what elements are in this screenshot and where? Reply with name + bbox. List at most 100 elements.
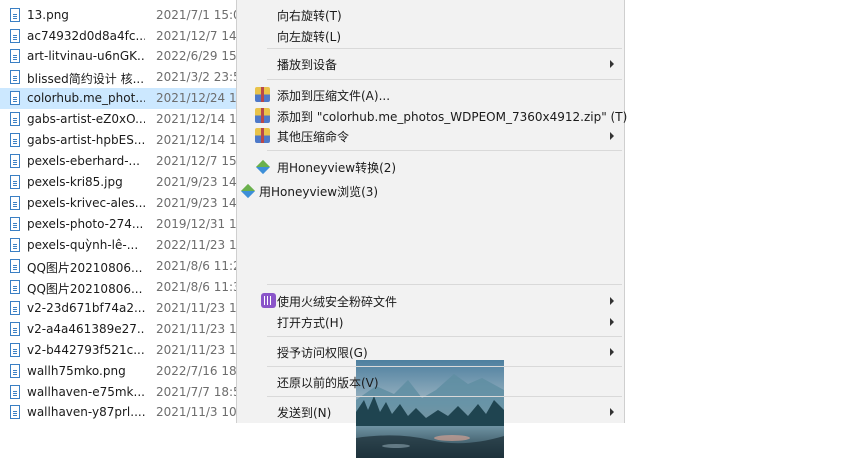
menu-item-label: 添加到压缩文件(A)... <box>277 89 391 103</box>
file-name: gabs-artist-hpbES... <box>27 133 145 147</box>
menu-separator <box>267 366 622 367</box>
file-date: 2022/7/16 18: <box>156 364 240 378</box>
file-row[interactable]: art-litvinau-u6nGK... 2022/6/29 15: <box>0 46 240 67</box>
file-date: 2021/12/7 14: <box>156 29 240 43</box>
menu-separator <box>267 336 622 337</box>
file-date: 2022/11/23 10 <box>156 238 240 252</box>
file-date: 2021/9/23 14: <box>156 196 240 210</box>
file-row[interactable]: wallh75mko.png 2022/7/16 18: <box>0 361 240 382</box>
file-date: 2021/3/2 23:5 <box>156 70 240 84</box>
file-name: QQ图片20210806... <box>27 261 143 275</box>
file-name: QQ图片20210806... <box>27 282 143 296</box>
menu-item-label: 播放到设备 <box>277 58 338 72</box>
menu-item-grant-access[interactable]: 授予访问权限(G) <box>237 341 624 362</box>
file-name: v2-23d671bf74a2... <box>27 301 145 315</box>
file-row[interactable]: v2-23d671bf74a2... 2021/11/23 10 <box>0 298 240 319</box>
file-row[interactable]: pexels-eberhard-... 2021/12/7 15: <box>0 151 240 172</box>
file-icon <box>10 196 20 210</box>
menu-item-add-to-zip[interactable]: 添加到 "colorhub.me_photos_WDPEOM_7360x4912… <box>237 105 628 126</box>
menu-item-label: 其他压缩命令 <box>277 130 350 144</box>
file-name: gabs-artist-eZ0xO... <box>27 112 145 126</box>
file-name: wallhaven-e75mk... <box>27 385 145 399</box>
menu-item-label: 用Honeyview浏览(3) <box>259 185 379 199</box>
menu-item-restore-versions[interactable]: 还原以前的版本(V) <box>237 371 624 392</box>
menu-item-open-with[interactable]: 打开方式(H) <box>237 311 624 332</box>
file-date: 2021/11/3 10: <box>156 405 240 419</box>
menu-item-label: 添加到 "colorhub.me_photos_WDPEOM_7360x4912… <box>277 110 628 124</box>
submenu-arrow-icon <box>610 132 614 140</box>
file-icon <box>10 29 20 43</box>
file-date: 2021/11/23 10 <box>156 322 240 336</box>
file-row[interactable]: 13.png 2021/7/1 15:0 <box>0 5 240 26</box>
file-name: 13.png <box>27 8 69 22</box>
file-row-selected[interactable]: colorhub.me_phot... 2021/12/24 14 <box>0 88 240 109</box>
winrar-icon <box>255 128 270 143</box>
file-row[interactable]: blissed简约设计 核... 2021/3/2 23:5 <box>0 67 240 88</box>
menu-item-add-to-archive[interactable]: 添加到压缩文件(A)... <box>237 84 624 105</box>
file-date: 2021/12/24 14 <box>156 91 240 105</box>
file-date: 2022/6/29 15: <box>156 49 240 63</box>
huorong-shredder-icon <box>261 293 276 308</box>
menu-item-rotate-right[interactable]: 向右旋转(T) <box>237 4 624 25</box>
file-icon <box>10 91 20 105</box>
file-icon <box>10 70 20 84</box>
file-date: 2021/7/7 18:5 <box>156 385 240 399</box>
file-row[interactable]: pexels-photo-274... 2019/12/31 10 <box>0 214 240 235</box>
honeyview-icon <box>240 183 256 199</box>
file-icon <box>10 8 20 22</box>
file-row[interactable]: QQ图片20210806... 2021/8/6 11:2 <box>0 256 240 277</box>
file-row[interactable]: gabs-artist-hpbES... 2021/12/14 14 <box>0 130 240 151</box>
menu-item-label: 向左旋转(L) <box>277 30 342 44</box>
menu-item-send-to[interactable]: 发送到(N) <box>237 401 624 422</box>
file-name: wallhaven-y87prl.... <box>27 405 145 419</box>
submenu-arrow-icon <box>610 297 614 305</box>
menu-item-other-compress[interactable]: 其他压缩命令 <box>237 125 624 146</box>
menu-item-honeyview-browse[interactable]: 用Honeyview浏览(3) <box>237 180 624 458</box>
file-icon <box>10 238 20 252</box>
file-date: 2021/8/6 11:3 <box>156 280 240 294</box>
file-row[interactable]: pexels-quỳnh-lê-... 2022/11/23 10 <box>0 235 240 256</box>
menu-item-cast-to-device[interactable]: 播放到设备 <box>237 53 624 74</box>
file-row[interactable]: v2-b442793f521c... 2021/11/23 11 <box>0 340 240 361</box>
file-row[interactable]: wallhaven-e75mk... 2021/7/7 18:5 <box>0 382 240 403</box>
file-name: colorhub.me_phot... <box>27 91 145 105</box>
file-icon <box>10 343 20 357</box>
menu-item-label: 还原以前的版本(V) <box>277 376 379 390</box>
file-icon <box>10 405 20 419</box>
menu-separator <box>267 79 622 80</box>
file-row[interactable]: pexels-krivec-ales... 2021/9/23 14: <box>0 193 240 214</box>
file-row[interactable]: pexels-kri85.jpg 2021/9/23 14: <box>0 172 240 193</box>
menu-item-rotate-left[interactable]: 向左旋转(L) <box>237 25 624 46</box>
file-date: 2021/11/23 10 <box>156 301 240 315</box>
file-row[interactable]: wallhaven-y87prl.... 2021/11/3 10: <box>0 402 240 423</box>
submenu-arrow-icon <box>610 318 614 326</box>
menu-item-label: 发送到(N) <box>277 406 332 420</box>
file-icon <box>10 133 20 147</box>
menu-item-honeyview-convert[interactable]: 用Honeyview转换(2) <box>237 156 624 177</box>
file-icon <box>10 259 20 273</box>
file-name: art-litvinau-u6nGK... <box>27 49 145 63</box>
menu-item-label: 用Honeyview转换(2) <box>277 161 397 175</box>
file-name: v2-a4a461389e27... <box>27 322 145 336</box>
file-name: pexels-eberhard-... <box>27 154 140 168</box>
file-row[interactable]: ac74932d0d8a4fc... 2021/12/7 14: <box>0 26 240 47</box>
file-name: blissed简约设计 核... <box>27 72 145 86</box>
file-icon <box>10 301 20 315</box>
winrar-icon <box>255 108 270 123</box>
menu-separator <box>267 284 622 285</box>
file-name: pexels-photo-274... <box>27 217 144 231</box>
honeyview-icon <box>255 159 271 175</box>
file-row[interactable]: v2-a4a461389e27... 2021/11/23 10 <box>0 319 240 340</box>
menu-item-label: 打开方式(H) <box>277 316 344 330</box>
winrar-icon <box>255 87 270 102</box>
file-name: v2-b442793f521c... <box>27 343 145 357</box>
file-date: 2021/12/14 14 <box>156 112 240 126</box>
file-icon <box>10 217 20 231</box>
file-date: 2021/12/14 14 <box>156 133 240 147</box>
file-icon <box>10 322 20 336</box>
file-row[interactable]: gabs-artist-eZ0xO... 2021/12/14 14 <box>0 109 240 130</box>
file-row[interactable]: QQ图片20210806... 2021/8/6 11:3 <box>0 277 240 298</box>
submenu-arrow-icon <box>610 408 614 416</box>
menu-item-shred[interactable]: 使用火绒安全粉碎文件 <box>237 290 624 311</box>
file-icon <box>10 364 20 378</box>
